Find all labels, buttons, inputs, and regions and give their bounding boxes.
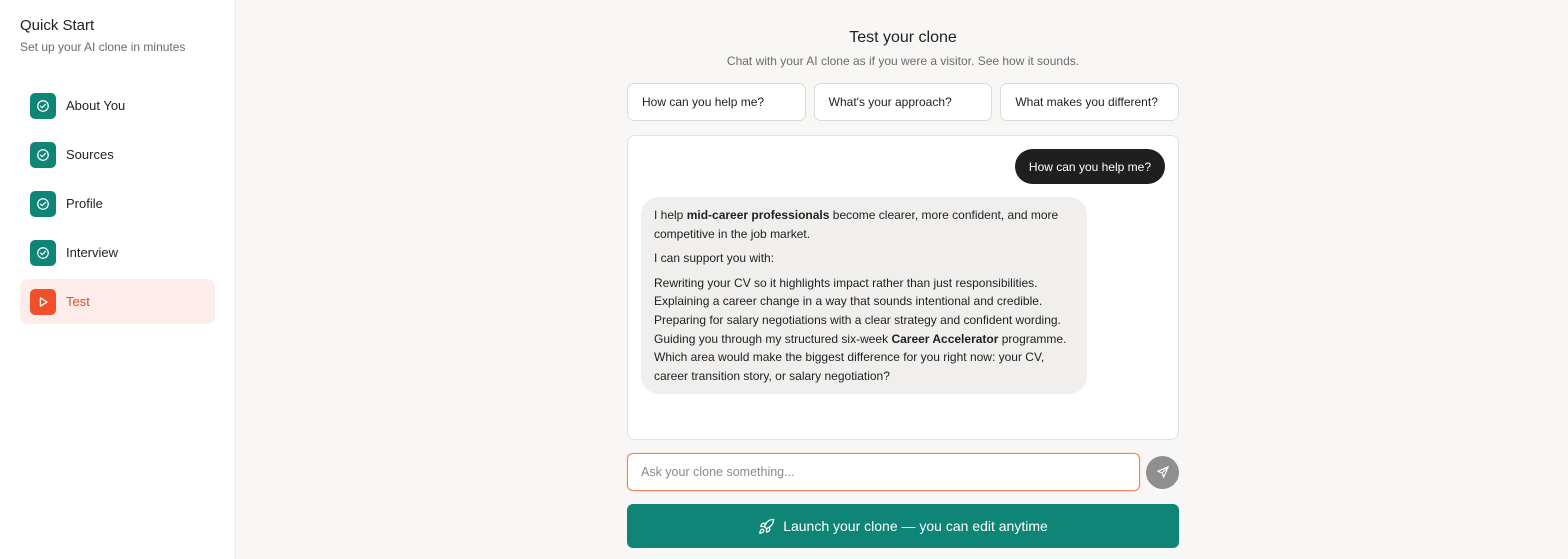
sidebar-subtitle: Set up your AI clone in minutes <box>20 40 186 54</box>
sidebar: Quick Start Set up your AI clone in minu… <box>0 0 236 559</box>
check-circle-icon <box>30 239 56 266</box>
chat-input[interactable] <box>627 453 1140 491</box>
page-title: Test your clone <box>849 29 957 46</box>
sidebar-title: Quick Start <box>20 17 95 34</box>
bot-paragraph: I help mid-career professionals become c… <box>654 208 1059 241</box>
step-label: Interview <box>66 245 119 260</box>
bot-message: I help mid-career professionals become c… <box>641 197 1087 395</box>
composer <box>627 453 1179 491</box>
suggestion-chips: How can you help me? What's your approac… <box>627 83 1180 121</box>
user-message: How can you help me? <box>1014 149 1165 184</box>
steps-list: About You Sources Profile Interview Test <box>20 83 215 324</box>
check-circle-icon <box>30 190 56 217</box>
step-label: About You <box>66 98 126 113</box>
step-label: Profile <box>66 196 103 211</box>
step-label: Sources <box>66 147 114 162</box>
check-circle-icon <box>30 141 56 168</box>
rocket-icon <box>758 518 775 535</box>
bot-list-item: Rewriting your CV so it highlights impac… <box>654 275 1038 290</box>
bot-list-item: Explaining a career change in a way that… <box>654 294 1043 309</box>
suggestion-chip[interactable]: How can you help me? <box>627 83 806 121</box>
step-sources[interactable]: Sources <box>20 132 215 177</box>
bot-list-item: Guiding you through my structured six-we… <box>654 331 1067 346</box>
step-test[interactable]: Test <box>20 279 215 324</box>
suggestion-chip[interactable]: What's your approach? <box>813 83 993 121</box>
step-profile[interactable]: Profile <box>20 181 215 226</box>
bot-paragraph: I can support you with: <box>654 251 775 266</box>
send-button[interactable] <box>1146 455 1179 489</box>
main-content: Test your clone Chat with your AI clone … <box>236 0 1568 559</box>
launch-button[interactable]: Launch your clone — you can edit anytime <box>627 504 1179 548</box>
step-label: Test <box>66 294 90 309</box>
suggestion-chip[interactable]: What makes you different? <box>1000 83 1180 121</box>
send-icon <box>1156 465 1170 479</box>
page-subtitle: Chat with your AI clone as if you were a… <box>726 54 1080 68</box>
chat-panel: How can you help me? I help mid-career p… <box>627 135 1179 440</box>
launch-label: Launch your clone — you can edit anytime <box>783 518 1048 534</box>
play-icon <box>30 288 56 315</box>
check-circle-icon <box>30 92 56 119</box>
bot-question: Which area would make the biggest differ… <box>654 350 1045 383</box>
bot-list-item: Preparing for salary negotiations with a… <box>654 312 1061 327</box>
step-about-you[interactable]: About You <box>20 83 215 128</box>
step-interview[interactable]: Interview <box>20 230 215 275</box>
